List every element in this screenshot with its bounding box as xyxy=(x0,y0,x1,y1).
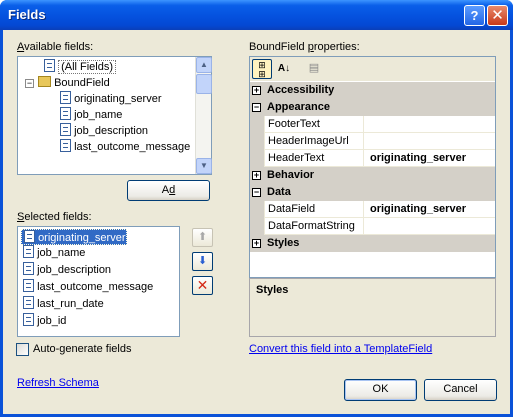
property-pages-button[interactable]: ▤ xyxy=(304,59,324,79)
tree-item-field[interactable]: job_description xyxy=(60,123,148,139)
expand-icon[interactable]: + xyxy=(252,86,261,95)
alphabetical-sort-button[interactable]: A↓ xyxy=(274,59,294,79)
tree-item-boundfield[interactable]: BoundField xyxy=(38,75,110,91)
collapse-boundfield-icon[interactable]: − xyxy=(25,79,34,88)
help-icon: ? xyxy=(470,8,479,23)
category-data[interactable]: − Data xyxy=(250,184,495,201)
property-row-headerimageurl[interactable]: HeaderImageUrl xyxy=(250,133,495,150)
category-accessibility[interactable]: + Accessibility xyxy=(250,82,495,99)
tree-item-all-fields[interactable]: (All Fields) xyxy=(44,59,117,75)
property-row-datafield[interactable]: DataField originating_server xyxy=(250,201,495,218)
help-button[interactable]: ? xyxy=(464,5,485,26)
document-icon xyxy=(60,91,71,104)
property-grid-toolbar: ⊞ ⊞ A↓ ▤ xyxy=(250,57,495,81)
list-item[interactable]: job_id xyxy=(21,313,66,329)
folder-icon xyxy=(38,76,51,87)
list-item[interactable]: job_name xyxy=(21,245,85,261)
document-icon xyxy=(23,245,34,258)
available-fields-tree[interactable]: (All Fields) − BoundField originating_se… xyxy=(17,56,212,175)
tree-item-field[interactable]: originating_server xyxy=(60,91,162,107)
add-button[interactable]: Ad xyxy=(127,180,210,201)
document-icon xyxy=(23,262,34,275)
document-icon xyxy=(60,139,71,152)
property-grid[interactable]: ⊞ ⊞ A↓ ▤ + Accessibility − Appearance Foote… xyxy=(249,56,496,278)
delete-icon: ✕ xyxy=(196,277,209,293)
property-row-headertext[interactable]: HeaderText originating_server xyxy=(250,150,495,167)
categorized-sort-button[interactable]: ⊞ ⊞ xyxy=(252,59,272,79)
document-icon xyxy=(24,230,35,243)
window-title: Fields xyxy=(8,7,46,22)
ok-button[interactable]: OK xyxy=(344,379,417,401)
autogenerate-checkbox[interactable] xyxy=(16,343,29,356)
autogenerate-label: Auto-generate fields xyxy=(33,343,132,355)
category-appearance[interactable]: − Appearance xyxy=(250,99,495,116)
property-rows: + Accessibility − Appearance FooterText He… xyxy=(250,82,495,252)
category-behavior[interactable]: + Behavior xyxy=(250,167,495,184)
tree-item-field[interactable]: job_name xyxy=(60,107,122,123)
document-icon xyxy=(23,313,34,326)
convert-to-templatefield-link[interactable]: Convert this field into a TemplateField xyxy=(249,343,432,355)
document-icon xyxy=(23,279,34,292)
move-up-button[interactable]: ⬆ xyxy=(192,228,213,247)
properties-label: BoundField properties: xyxy=(249,41,360,53)
property-row-footertext[interactable]: FooterText xyxy=(250,116,495,133)
categorized-icon: ⊞ ⊞ xyxy=(258,60,266,79)
property-row-dataformatstring[interactable]: DataFormatString xyxy=(250,218,495,235)
expand-icon[interactable]: + xyxy=(252,239,261,248)
document-icon xyxy=(60,107,71,120)
scroll-up-icon[interactable]: ▲ xyxy=(196,57,212,73)
move-down-button[interactable]: ⬇ xyxy=(192,252,213,271)
category-styles[interactable]: + Styles xyxy=(250,235,495,252)
title-bar: Fields ? ✕ xyxy=(0,0,513,30)
cancel-button[interactable]: Cancel xyxy=(424,379,497,401)
selected-fields-list[interactable]: originating_server job_name job_descript… xyxy=(17,226,180,337)
expand-icon[interactable]: + xyxy=(252,171,261,180)
arrow-up-icon: ⬆ xyxy=(197,231,208,243)
close-icon: ✕ xyxy=(491,7,504,24)
close-button[interactable]: ✕ xyxy=(487,5,508,26)
list-item[interactable]: job_description xyxy=(21,262,111,278)
collapse-icon[interactable]: − xyxy=(252,103,261,112)
fields-dialog: Fields ? ✕ Available fields: (All Fields… xyxy=(0,0,513,417)
remove-field-button[interactable]: ✕ xyxy=(192,276,213,295)
list-item[interactable]: last_run_date xyxy=(21,296,104,312)
tree-scrollbar[interactable]: ▲ ▼ xyxy=(195,57,212,174)
list-item-selected[interactable]: originating_server xyxy=(21,229,127,245)
description-title: Styles xyxy=(256,284,289,296)
sort-az-icon: A↓ xyxy=(277,63,291,74)
scroll-down-icon[interactable]: ▼ xyxy=(196,158,212,174)
dialog-client-area: Available fields: (All Fields) − BoundFi… xyxy=(3,30,510,414)
document-icon xyxy=(60,123,71,136)
tree-item-field[interactable]: last_outcome_message xyxy=(60,139,190,155)
arrow-down-icon: ⬇ xyxy=(197,255,208,267)
scroll-thumb[interactable] xyxy=(196,74,212,94)
list-item[interactable]: last_outcome_message xyxy=(21,279,153,295)
refresh-schema-link[interactable]: Refresh Schema xyxy=(17,377,99,389)
document-icon xyxy=(23,296,34,309)
property-description-pane: Styles xyxy=(249,278,496,337)
available-fields-label: Available fields: xyxy=(17,41,94,53)
property-pages-icon: ▤ xyxy=(308,62,320,74)
document-icon xyxy=(44,59,55,72)
selected-fields-label: Selected fields: xyxy=(17,211,92,223)
collapse-icon[interactable]: − xyxy=(252,188,261,197)
